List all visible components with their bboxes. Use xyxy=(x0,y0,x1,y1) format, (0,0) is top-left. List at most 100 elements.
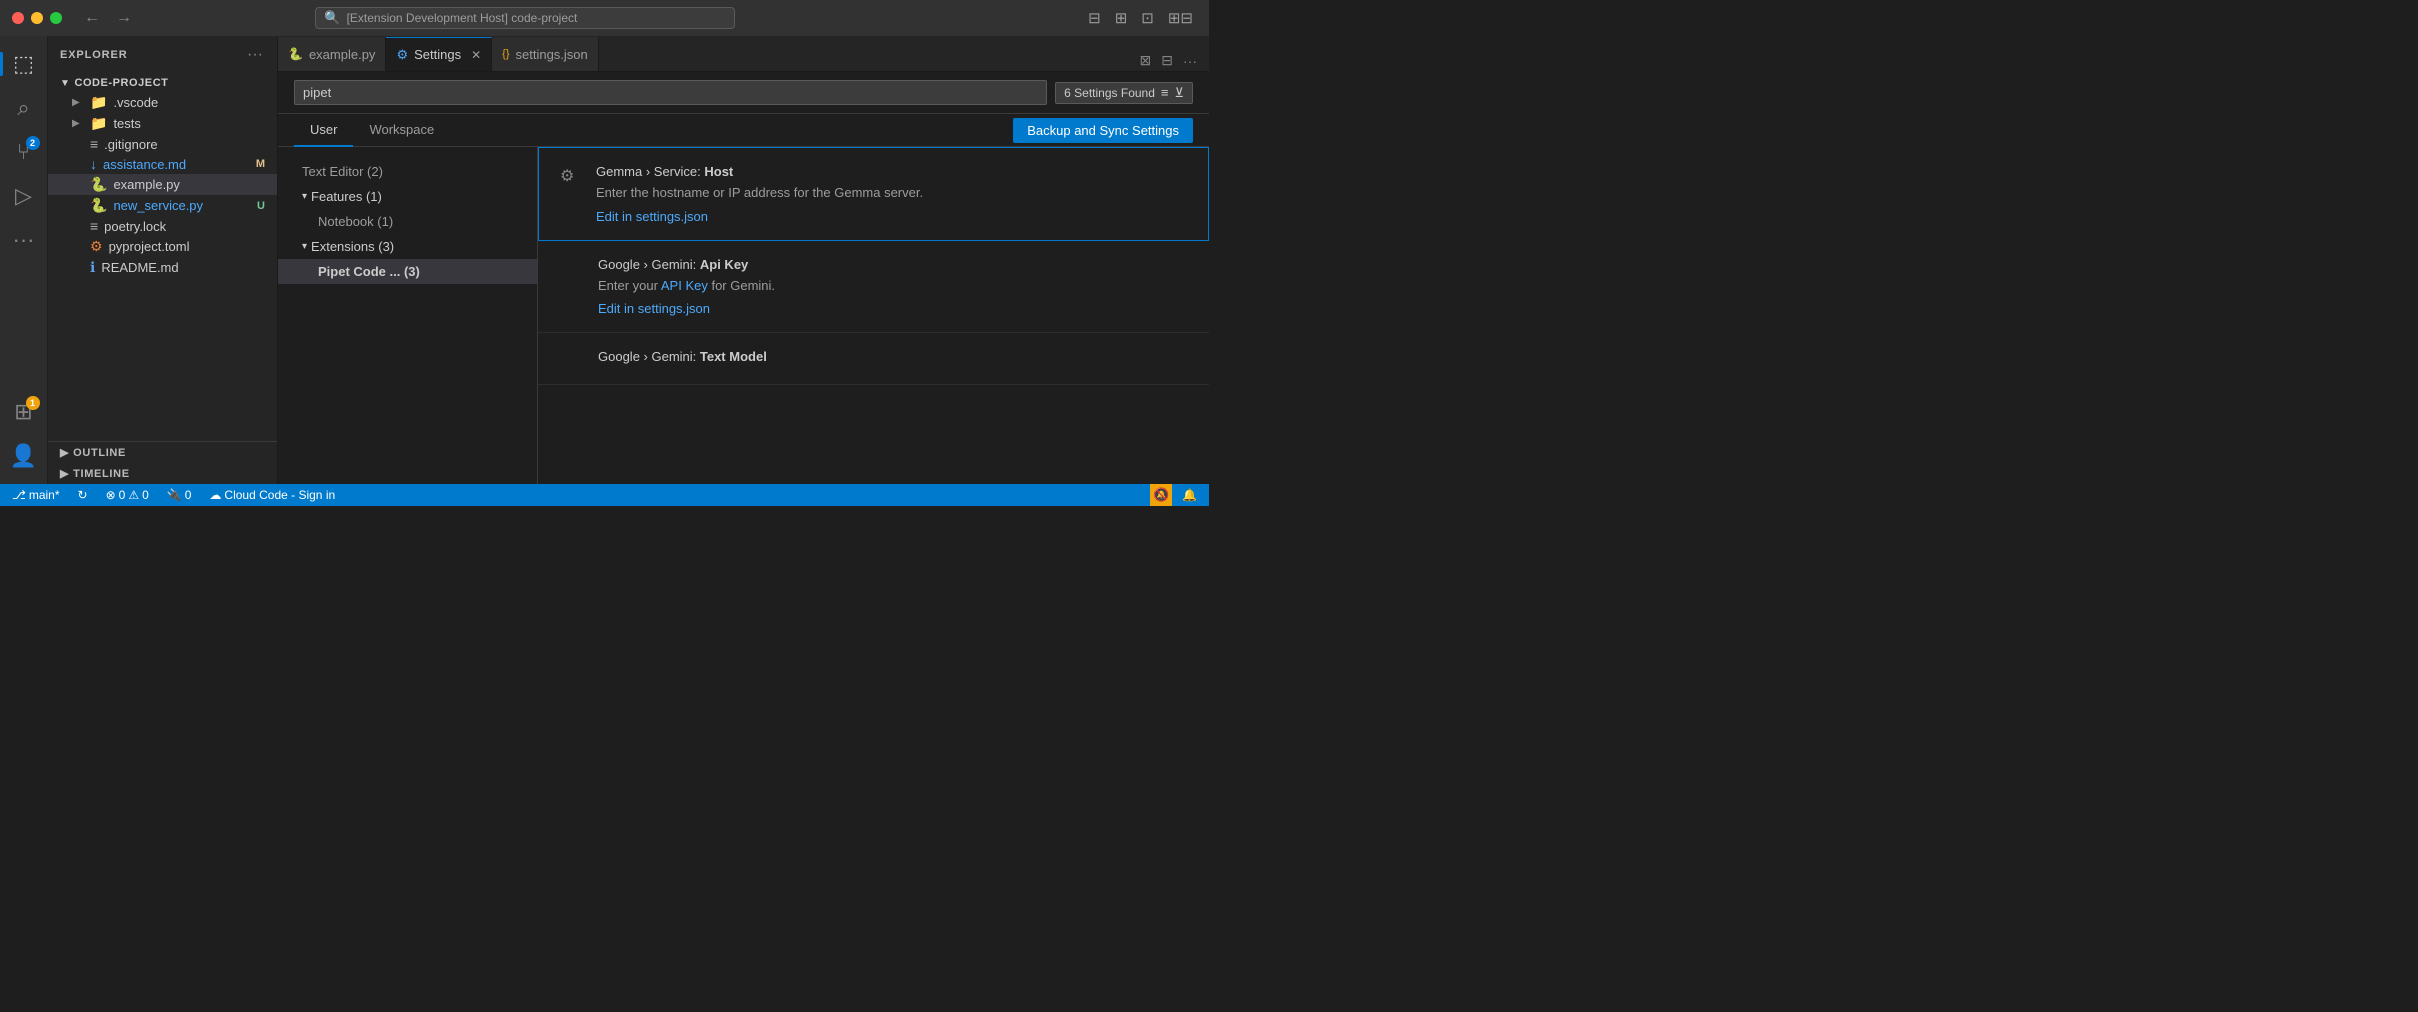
file-tree-item-vscode[interactable]: ▶ 📁 .vscode xyxy=(48,92,277,113)
file-tree-item-gitignore[interactable]: ▶ ≡ .gitignore xyxy=(48,134,277,154)
forward-button[interactable]: → xyxy=(112,8,136,28)
file-tree-item-poetry-lock[interactable]: ▶ ≡ poetry.lock xyxy=(48,216,277,236)
warning-icon: ⚠ xyxy=(128,488,139,502)
statusbar-left: ⎇ main* ↻ ⊗ 0 ⚠ 0 🔌 0 ☁ Cloud Code - Sig… xyxy=(8,484,339,506)
settings-item-gemma-link[interactable]: Edit in settings.json xyxy=(596,209,708,224)
titlebar-search[interactable]: 🔍 [Extension Development Host] code-proj… xyxy=(315,7,735,29)
tab-close-button[interactable]: ✕ xyxy=(471,48,481,62)
folder-icon: 📁 xyxy=(90,115,107,132)
activity-run[interactable]: ▷ xyxy=(4,176,44,216)
cloud-icon: ☁ xyxy=(209,488,221,502)
chevron-down-icon: ▾ xyxy=(302,191,307,202)
statusbar-bell[interactable]: 🔔 xyxy=(1178,484,1201,506)
sidebar-toggle-button[interactable]: ⊟ xyxy=(1084,7,1105,29)
statusbar-cloud-code[interactable]: ☁ Cloud Code - Sign in xyxy=(205,484,339,506)
settings-tab-icon: ⚙ xyxy=(396,47,408,63)
sync-icon: ↻ xyxy=(78,488,88,502)
filename: pyproject.toml xyxy=(109,239,190,254)
activity-source-control[interactable]: ⑂ 2 xyxy=(4,132,44,172)
more-tabs-button[interactable]: ··· xyxy=(1179,51,1201,71)
back-button[interactable]: ← xyxy=(80,8,104,28)
statusbar-errors[interactable]: ⊗ 0 ⚠ 0 xyxy=(102,484,153,506)
main-layout: ⬚ ⌕ ⑂ 2 ▷ ··· ⊞ 1 👤 EXPLORER xyxy=(0,36,1209,484)
settings-item-model-content: Google › Gemini: Text Model xyxy=(562,349,1185,368)
settings-item-api-content: Google › Gemini: Api Key Enter your API … xyxy=(562,257,1185,317)
settings-search-input[interactable] xyxy=(294,80,1047,105)
cloud-text: Cloud Code - Sign in xyxy=(224,488,335,502)
tab-example-py[interactable]: 🐍 example.py xyxy=(278,37,386,71)
toggle-panel-button[interactable]: ⊟ xyxy=(1157,50,1177,71)
chevron-down-icon: ▾ xyxy=(302,241,307,252)
activity-search[interactable]: ⌕ xyxy=(4,88,44,128)
editor-area: 🐍 example.py ⚙ Settings ✕ {} settings.js… xyxy=(278,36,1209,484)
chevron-right-icon: ▶ xyxy=(60,467,69,480)
file-tree-item-pyproject[interactable]: ▶ ⚙ pyproject.toml xyxy=(48,236,277,257)
settings-nav-text-editor[interactable]: Text Editor (2) xyxy=(278,159,537,184)
activity-explorer[interactable]: ⬚ xyxy=(4,44,44,84)
settings-content: 6 Settings Found ≡ ⊻ User Workspace Back… xyxy=(278,72,1209,484)
api-key-link[interactable]: API Key xyxy=(661,278,708,293)
file-tree-item-readme[interactable]: ▶ ℹ README.md xyxy=(48,257,277,278)
settings-nav-pipet-code[interactable]: Pipet Code ... (3) xyxy=(278,259,537,284)
statusbar-ports[interactable]: 🔌 0 xyxy=(163,484,196,506)
filename: tests xyxy=(113,116,140,131)
file-tree-item-tests[interactable]: ▶ 📁 tests xyxy=(48,113,277,134)
backup-sync-button[interactable]: Backup and Sync Settings xyxy=(1013,118,1193,143)
filename: poetry.lock xyxy=(104,219,166,234)
statusbar-sync[interactable]: ↻ xyxy=(74,484,92,506)
settings-item-api-link[interactable]: Edit in settings.json xyxy=(598,301,710,316)
activity-extensions[interactable]: ⊞ 1 xyxy=(4,392,44,432)
customize-layout-button[interactable]: ⊞⊟ xyxy=(1164,7,1197,29)
port-icon: 🔌 xyxy=(167,488,182,502)
activity-more[interactable]: ··· xyxy=(4,220,44,260)
panel-toggle-button[interactable]: ⊞ xyxy=(1111,7,1132,29)
layout-button[interactable]: ⊡ xyxy=(1137,7,1158,29)
run-icon: ▷ xyxy=(15,183,32,209)
outline-header[interactable]: ▶ OUTLINE xyxy=(48,442,277,463)
bell-icon: 🔔 xyxy=(1182,488,1197,502)
file-tree-item-assistance[interactable]: ▶ ↓ assistance.md M xyxy=(48,154,277,174)
file-tree-item-new-service[interactable]: ▶ 🐍 new_service.py U xyxy=(48,195,277,216)
project-root[interactable]: ▼ CODE-PROJECT xyxy=(48,74,277,92)
settings-item-gear-icon: ⚙ xyxy=(560,164,584,224)
split-editor-button[interactable]: ⊠ xyxy=(1136,50,1156,71)
titlebar-search-text: [Extension Development Host] code-projec… xyxy=(347,11,578,25)
filter-icon: ⊻ xyxy=(1174,85,1184,101)
tab-settings-json[interactable]: {} settings.json xyxy=(492,37,599,71)
tab-bar-right: ⊠ ⊟ ··· xyxy=(1136,50,1209,71)
filename: assistance.md xyxy=(103,157,186,172)
sidebar-more-button[interactable]: ··· xyxy=(245,44,265,66)
settings-item-text-model: Google › Gemini: Text Model xyxy=(538,333,1209,385)
settings-item-model-title: Google › Gemini: Text Model xyxy=(598,349,1185,364)
workspace-tab-label: Workspace xyxy=(369,122,434,137)
file-tree-item-example-py[interactable]: ▶ 🐍 example.py xyxy=(48,174,277,195)
source-control-badge: 2 xyxy=(26,136,40,150)
settings-nav: Text Editor (2) ▾ Features (1) Notebook … xyxy=(278,147,538,484)
titlebar: ← → 🔍 [Extension Development Host] code-… xyxy=(0,0,1209,36)
close-button[interactable] xyxy=(12,12,24,24)
filename: new_service.py xyxy=(113,198,203,213)
settings-tab-workspace[interactable]: Workspace xyxy=(353,114,450,147)
minimize-button[interactable] xyxy=(31,12,43,24)
sidebar-header: EXPLORER ··· xyxy=(48,36,277,74)
nav-label: Notebook (1) xyxy=(318,214,393,229)
statusbar-notifications-disabled[interactable]: 🔕 xyxy=(1150,484,1172,506)
settings-nav-extensions[interactable]: ▾ Extensions (3) xyxy=(278,234,537,259)
statusbar-branch[interactable]: ⎇ main* xyxy=(8,484,64,506)
chevron-right-icon: ▶ xyxy=(72,118,84,129)
activity-account[interactable]: 👤 xyxy=(4,436,44,476)
error-count: 0 xyxy=(119,488,126,502)
settings-nav-features[interactable]: ▾ Features (1) xyxy=(278,184,537,209)
tab-settings[interactable]: ⚙ Settings ✕ xyxy=(386,37,492,71)
settings-nav-notebook[interactable]: Notebook (1) xyxy=(278,209,537,234)
settings-tab-user[interactable]: User xyxy=(294,114,353,147)
found-count: 6 Settings Found xyxy=(1064,86,1155,100)
timeline-header[interactable]: ▶ TIMELINE xyxy=(48,463,277,484)
modified-badge: M xyxy=(256,158,265,170)
warning-count: 0 xyxy=(142,488,149,502)
tab-label: Settings xyxy=(414,47,461,62)
py-icon: 🐍 xyxy=(90,176,107,193)
nav-label: Pipet Code ... (3) xyxy=(318,264,420,279)
nav-buttons: ← → xyxy=(80,8,136,28)
maximize-button[interactable] xyxy=(50,12,62,24)
